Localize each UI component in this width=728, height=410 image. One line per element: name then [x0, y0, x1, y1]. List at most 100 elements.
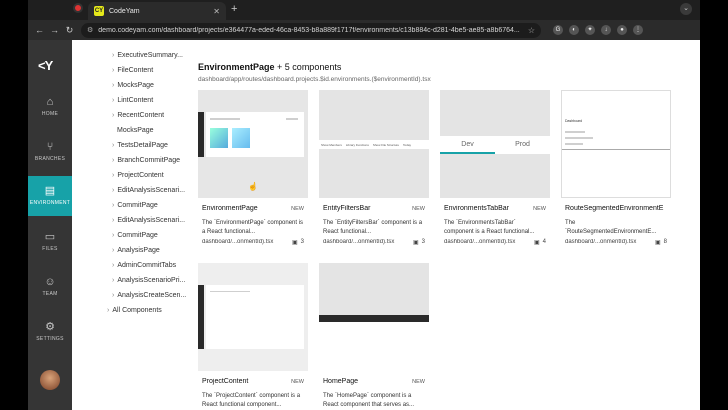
- chevron-right-icon: ›: [112, 232, 115, 239]
- tree-item-label: MocksPage: [117, 82, 154, 89]
- tree-item-label: AnalysisPage: [117, 247, 160, 254]
- chevron-right-icon: ›: [112, 292, 115, 299]
- component-card[interactable]: Show Members Library Functions Show File…: [319, 90, 429, 250]
- thumb-text: Show File Structure: [372, 142, 400, 147]
- tree-item-label: CommitPage: [117, 202, 158, 209]
- scenario-count: 8: [663, 239, 667, 245]
- chevron-right-icon: ›: [112, 262, 115, 269]
- tree-item[interactable]: › AdminCommitTabs: [112, 262, 176, 269]
- component-card[interactable]: ☝ EnvironmentPage NEW The `EnvironmentPa…: [198, 90, 308, 250]
- rail-item-environment[interactable]: ▤ ENVIRONMENT: [28, 176, 72, 216]
- scenario-count: 3: [421, 239, 425, 245]
- component-card[interactable]: Dev Prod EnvironmentsTabBar NEW The `Env…: [440, 90, 550, 250]
- tree-item[interactable]: › ProjectContent: [112, 172, 164, 179]
- tree-item-label: FileContent: [117, 67, 154, 74]
- browser-tab[interactable]: CY CodeYam ✕: [88, 2, 226, 20]
- google-icon[interactable]: G: [553, 25, 563, 35]
- tree-item[interactable]: › CommitPage: [112, 232, 158, 239]
- tab-menu-icon[interactable]: ⌄: [680, 3, 692, 15]
- extensions: G ◐ ✦ ↓ ● ⋮: [553, 25, 643, 35]
- favicon: CY: [94, 6, 104, 16]
- tree-item[interactable]: › CommitPage: [112, 202, 158, 209]
- browser-toolbar: ← → ↻ ⚙ demo.codeyam.com/dashboard/proje…: [28, 20, 700, 40]
- puzzle-icon[interactable]: ✦: [585, 25, 595, 35]
- codeyam-logo[interactable]: <Y: [38, 58, 53, 73]
- tree-item[interactable]: › BranchCommitPage: [112, 157, 180, 164]
- download-icon[interactable]: ↓: [601, 25, 611, 35]
- url-text: demo.codeyam.com/dashboard/projects/e364…: [98, 26, 520, 34]
- thumb-line: [210, 291, 250, 292]
- main-content: EnvironmentPage + 5 components dashboard…: [198, 40, 698, 410]
- component-tree: › ExecutiveSummary... › FileContent › Mocks…: [72, 40, 190, 410]
- thumb-page: [206, 112, 304, 157]
- cursor-icon: ☝: [248, 182, 258, 191]
- thumb-divider: [562, 149, 670, 150]
- chevron-right-icon: ›: [112, 157, 115, 164]
- tree-item[interactable]: › LintContent: [112, 97, 153, 104]
- rail-label: BRANCHES: [34, 156, 66, 162]
- tree-item[interactable]: › RecentContent: [112, 112, 164, 119]
- thumb-line: [210, 118, 240, 120]
- rail-label: FILES: [42, 246, 58, 252]
- extension-icon[interactable]: ◐: [569, 25, 579, 35]
- tree-item[interactable]: › AnalysisScenarioPri...: [112, 277, 185, 284]
- chevron-right-icon: ›: [112, 217, 115, 224]
- chevron-right-icon: ›: [112, 67, 115, 74]
- recording-icon: [73, 3, 83, 13]
- tree-item[interactable]: › TestsDetailPage: [112, 142, 168, 149]
- component-card[interactable]: ProjectContent NEW The `ProjectContent` …: [198, 263, 308, 410]
- browser-tab-bar: CY CodeYam ✕ + ⌄: [28, 0, 700, 20]
- new-tab-icon[interactable]: +: [231, 3, 237, 15]
- tree-item[interactable]: › MocksPage: [112, 82, 154, 89]
- nav-rail: <Y ⌂ HOME ⑂ BRANCHES ▤ ENVIRONMENT ▭ FIL…: [28, 40, 72, 410]
- card-thumbnail: [319, 263, 429, 371]
- tab-close-icon[interactable]: ✕: [213, 7, 220, 16]
- address-bar[interactable]: ⚙ demo.codeyam.com/dashboard/projects/e3…: [81, 22, 541, 38]
- forward-icon[interactable]: →: [47, 25, 62, 35]
- profile-icon[interactable]: ●: [617, 25, 627, 35]
- tree-item-all-components[interactable]: › All Components: [107, 307, 162, 314]
- new-badge: NEW: [533, 206, 546, 212]
- card-footer: dashboard/...onmentId).tsx ▣ 3: [323, 239, 425, 246]
- thumb-tab: Dev: [440, 136, 495, 154]
- rail-item-settings[interactable]: ⚙ SETTINGS: [28, 312, 72, 352]
- tree-item[interactable]: › AnalysisCreateScen...: [112, 292, 186, 299]
- tree-item[interactable]: › FileContent: [112, 67, 153, 74]
- rail-item-files[interactable]: ▭ FILES: [28, 222, 72, 262]
- chevron-right-icon: ›: [112, 112, 115, 119]
- tree-item-label: ExecutiveSummary...: [117, 52, 183, 59]
- tree-item[interactable]: › AnalysisPage: [112, 247, 160, 254]
- component-card[interactable]: HomePage NEW The `HomePage` component is…: [319, 263, 429, 410]
- rail-item-branches[interactable]: ⑂ BRANCHES: [28, 132, 72, 172]
- chevron-right-icon: ›: [112, 52, 115, 59]
- bookmark-star-icon[interactable]: ☆: [528, 26, 535, 35]
- card-path: dashboard/...onmentId).tsx: [323, 239, 395, 245]
- screen: CY CodeYam ✕ + ⌄ ← → ↻ ⚙ demo.codeyam.co…: [28, 0, 700, 410]
- thumb-page: [206, 285, 304, 349]
- tree-item[interactable]: › ExecutiveSummary...: [112, 52, 183, 59]
- back-icon[interactable]: ←: [32, 25, 47, 35]
- card-footer: dashboard/...onmentId).tsx ▣ 3: [202, 239, 304, 246]
- more-menu-icon[interactable]: ⋮: [633, 25, 643, 35]
- component-card[interactable]: Dashboard RouteSegmentedEnvironmentE The…: [561, 90, 671, 250]
- rail-item-home[interactable]: ⌂ HOME: [28, 87, 72, 127]
- site-info-icon[interactable]: ⚙: [87, 26, 93, 34]
- scenario-count: 4: [542, 239, 546, 245]
- thumb-line: [565, 131, 585, 133]
- reload-icon[interactable]: ↻: [62, 25, 77, 36]
- page-file-path: dashboard/app/routes/dashboard.projects.…: [198, 76, 431, 83]
- card-footer: dashboard/...onmentId).tsx ▣ 8: [565, 239, 667, 246]
- card-name: RouteSegmentedEnvironmentE: [565, 205, 664, 212]
- tree-item[interactable]: › EditAnalysisScenari...: [112, 217, 185, 224]
- thumb-topbar: [319, 315, 429, 322]
- rail-item-team[interactable]: ☺ TEAM: [28, 267, 72, 307]
- avatar[interactable]: [40, 370, 60, 390]
- home-icon: ⌂: [46, 96, 54, 108]
- thumb-sidebar: [198, 285, 204, 349]
- chevron-right-icon: ›: [107, 307, 110, 314]
- rail-label: SETTINGS: [36, 336, 64, 342]
- tree-item-label: All Components: [112, 307, 162, 314]
- image-icon: ▣: [412, 240, 419, 246]
- tree-item[interactable]: › EditAnalysisScenari...: [112, 187, 185, 194]
- tree-item[interactable]: MocksPage: [117, 127, 154, 134]
